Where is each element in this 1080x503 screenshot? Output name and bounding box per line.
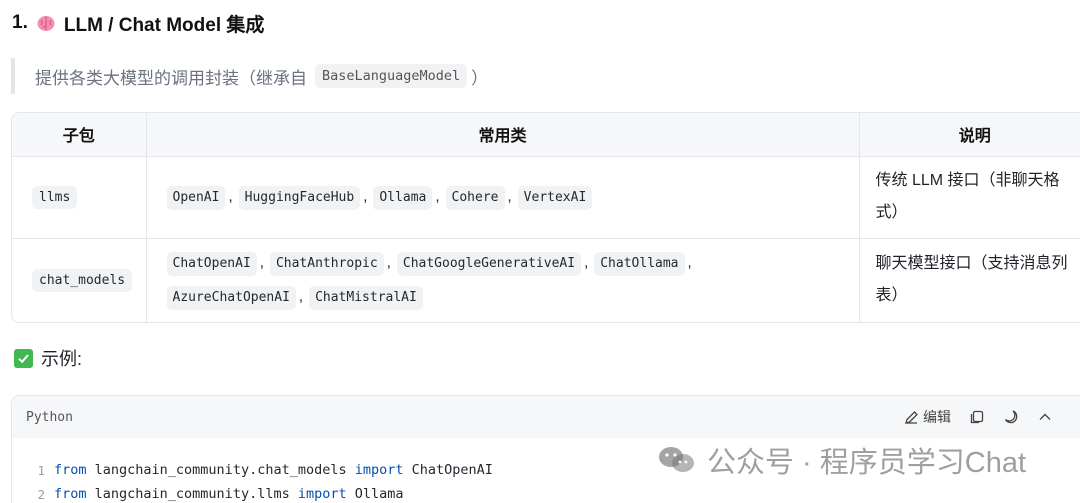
module-path: langchain_community.chat_models [86, 462, 355, 478]
quote-suffix: ） [471, 68, 489, 88]
inline-code-base-class: BaseLanguageModel [315, 64, 468, 88]
separator: , [386, 254, 391, 272]
example-label: 示例: [41, 349, 83, 369]
class-chip: Ollama [373, 186, 433, 210]
header-subpackage: 子包 [12, 113, 147, 156]
brain-icon [36, 13, 56, 33]
packages-table: 子包 常用类 说明 llms OpenAI, HuggingFaceHub, Oll… [11, 112, 1080, 323]
class-chip: HuggingFaceHub [238, 186, 361, 210]
table-header-row: 子包 常用类 说明 [12, 113, 1080, 156]
moon-icon [1004, 410, 1018, 424]
separator: , [507, 188, 512, 205]
collapse-button[interactable] [1037, 409, 1053, 425]
blockquote: 提供各类大模型的调用封装（继承自 BaseLanguageModel ） [11, 58, 488, 94]
header-common-classes: 常用类 [146, 113, 860, 156]
watermark-text: 公众号 · 程序员学习Chat [707, 447, 1027, 479]
quote-prefix: 提供各类大模型的调用封装（继承自 [35, 68, 307, 88]
package-code: llms [32, 186, 78, 209]
package-code: chat_models [32, 269, 133, 293]
table-row: llms OpenAI, HuggingFaceHub, Ollama, Cohere… [12, 155, 1080, 238]
line-number: 1 [37, 462, 45, 478]
code-header: Python 编辑 [12, 396, 1080, 438]
copy-icon [970, 410, 984, 424]
section-title: LLM / Chat Model 集成 [63, 14, 265, 36]
import-name: Ollama [346, 486, 404, 502]
separator: , [584, 254, 589, 272]
wechat-icon [659, 447, 694, 472]
class-chip: Cohere [445, 186, 505, 210]
class-chip: OpenAI [166, 186, 226, 210]
keyword: import [297, 486, 347, 502]
pencil-icon [905, 410, 918, 424]
chevron-up-icon [1039, 413, 1051, 420]
class-chip: ChatGoogleGenerativeAI [396, 252, 582, 277]
code-language: Python [26, 409, 73, 425]
description-cell: 传统 LLM 接口（非聊天格式） [859, 155, 1080, 238]
class-chip: ChatOllama [594, 252, 685, 277]
separator: , [228, 188, 233, 205]
section-number: 1. [12, 12, 28, 33]
class-chip: AzureChatOpenAI [166, 286, 296, 311]
watermark: 公众号 · 程序员学习Chat [657, 442, 1027, 479]
class-chip: VertexAI [517, 186, 593, 210]
keyword: from [54, 462, 87, 478]
check-icon [14, 348, 33, 368]
package-cell: llms [12, 155, 147, 238]
copy-button[interactable] [969, 409, 985, 425]
classes-cell: ChatOpenAI, ChatAnthropic, ChatGoogleGener… [146, 237, 860, 322]
edit-label: 编辑 [923, 409, 951, 425]
description-cell: 聊天模型接口（支持消息列表） [859, 237, 1080, 322]
edit-button[interactable]: 编辑 [904, 407, 951, 427]
code-line: 2 from langchain_community.llms import Ol… [12, 482, 1080, 503]
class-chip: ChatOpenAI [166, 252, 257, 277]
keyword: import [354, 462, 404, 478]
import-name: ChatOpenAI [403, 462, 493, 478]
separator: , [363, 188, 368, 205]
example-heading: 示例: [14, 345, 82, 371]
separator: , [298, 288, 304, 306]
class-chip: ChatMistralAI [309, 286, 423, 311]
line-number: 2 [37, 486, 45, 502]
separator: , [687, 254, 692, 272]
keyword: from [54, 486, 87, 502]
theme-toggle-button[interactable] [1003, 409, 1019, 425]
module-path: langchain_community.llms [86, 486, 298, 502]
code-toolbar: 编辑 [904, 407, 1077, 427]
separator: , [259, 254, 264, 272]
separator: , [435, 188, 440, 205]
section-heading: 1. LLM / Chat Model 集成 [12, 10, 264, 36]
class-chip: ChatAnthropic [269, 252, 384, 277]
header-description: 说明 [859, 113, 1080, 156]
package-cell: chat_models [12, 237, 147, 322]
classes-cell: OpenAI, HuggingFaceHub, Ollama, Cohere, Vert… [146, 155, 860, 238]
table-row: chat_models ChatOpenAI, ChatAnthropic, Cha… [12, 237, 1080, 322]
